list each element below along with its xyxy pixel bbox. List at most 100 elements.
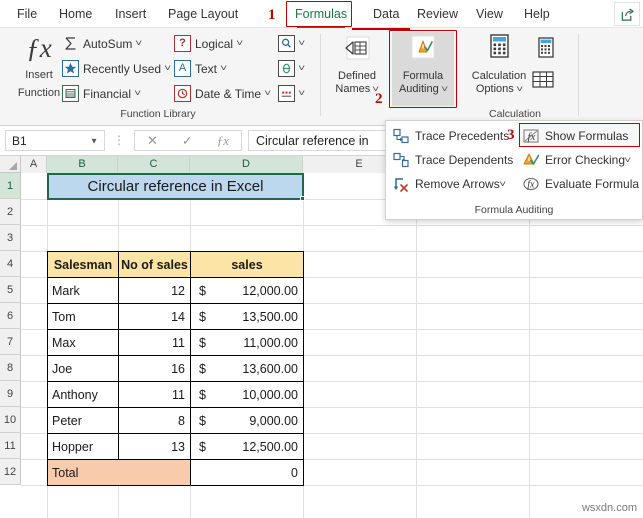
tab-review[interactable]: Review	[412, 2, 463, 26]
row-header-5[interactable]: 5	[0, 277, 21, 303]
table-row[interactable]: $	[195, 382, 209, 407]
chevron-down-icon[interactable]: ˅	[499, 179, 506, 189]
chevron-down-icon[interactable]: ˅	[164, 64, 171, 73]
chevron-down-icon[interactable]: ˅	[236, 39, 243, 48]
cell-b1-title[interactable]: Circular reference in Excel	[47, 173, 304, 200]
table-row[interactable]: $	[195, 278, 209, 303]
math-trig-button[interactable]: ˅	[278, 58, 305, 79]
chevron-down-icon[interactable]: ▼	[90, 136, 98, 145]
table-row[interactable]: 13	[119, 434, 190, 459]
row-header-10[interactable]: 10	[0, 407, 21, 433]
table-row[interactable]: 10,000.00	[209, 382, 303, 407]
menu-item-error-checking[interactable]: Error Checking ˅	[522, 149, 631, 171]
recently-used-button[interactable]: Recently Used ˅	[62, 58, 171, 79]
table-row[interactable]: 11	[119, 330, 190, 355]
chevron-down-icon[interactable]: ˅	[624, 155, 631, 165]
table-row[interactable]: $	[195, 356, 209, 381]
table-row[interactable]: 8	[119, 408, 190, 433]
table-row[interactable]: 14	[119, 304, 190, 329]
tab-data[interactable]: Data	[368, 2, 404, 26]
chevron-down-icon[interactable]: ˅	[298, 89, 305, 98]
row-header-12[interactable]: 12	[0, 459, 21, 485]
tab-home[interactable]: Home	[54, 2, 97, 26]
table-row[interactable]: Hopper	[48, 434, 118, 459]
select-all-corner[interactable]	[0, 156, 21, 173]
menu-item-evaluate-formula[interactable]: fx Evaluate Formula	[522, 173, 639, 195]
table-row[interactable]: 16	[119, 356, 190, 381]
table-row[interactable]: $	[195, 434, 209, 459]
table-row[interactable]: 13,500.00	[209, 304, 303, 329]
defined-names-button[interactable]: Defined Names ˅	[328, 32, 386, 96]
tab-view[interactable]: View	[471, 2, 508, 26]
table-header-no-of-sales[interactable]: No of sales	[119, 252, 190, 277]
table-row[interactable]: $	[195, 330, 209, 355]
chevron-down-icon[interactable]: ˅	[264, 89, 271, 98]
financial-button[interactable]: Financial ˅	[62, 83, 141, 104]
name-box[interactable]: B1 ▼	[5, 130, 105, 151]
calculate-now-button[interactable]	[534, 36, 558, 67]
table-total-label-cell[interactable]: Total	[48, 460, 190, 485]
table-row[interactable]: 12,500.00	[209, 434, 303, 459]
insert-function-icon[interactable]: ƒx	[217, 133, 229, 149]
row-header-6[interactable]: 6	[0, 303, 21, 329]
tab-insert[interactable]: Insert	[110, 2, 151, 26]
calculation-options-button[interactable]: Calculation Options ˅	[461, 32, 537, 96]
column-header-a[interactable]: A	[21, 156, 47, 173]
lookup-reference-button[interactable]: ˅	[278, 33, 305, 54]
table-row[interactable]: 12,000.00	[209, 278, 303, 303]
menu-item-trace-dependents[interactable]: Trace Dependents	[392, 149, 513, 171]
share-button[interactable]	[614, 2, 640, 26]
chevron-down-icon[interactable]: ˅	[135, 39, 142, 48]
table-total-value-cell[interactable]: 0	[191, 460, 303, 485]
row-header-9[interactable]: 9	[0, 381, 21, 407]
row-header-4[interactable]: 4	[0, 251, 21, 277]
column-header-d[interactable]: D	[190, 156, 303, 173]
chevron-down-icon[interactable]: ˅	[516, 85, 523, 94]
fill-handle[interactable]	[300, 196, 305, 201]
date-time-button[interactable]: Date & Time ˅	[174, 83, 271, 104]
row-header-11[interactable]: 11	[0, 433, 21, 459]
tab-help[interactable]: Help	[519, 2, 555, 26]
formula-auditing-button[interactable]: Formula Auditing ˅	[392, 32, 454, 106]
autosum-button[interactable]: AutoSum ˅	[62, 33, 143, 54]
tab-file[interactable]: File	[12, 2, 42, 26]
row-header-1[interactable]: 1	[0, 173, 21, 199]
chevron-down-icon[interactable]: ˅	[298, 39, 305, 48]
formula-bar-grip[interactable]: ⋮	[113, 134, 125, 146]
row-header-3[interactable]: 3	[0, 225, 21, 251]
chevron-down-icon[interactable]: ˅	[441, 85, 448, 94]
chevron-down-icon[interactable]: ˅	[220, 64, 227, 73]
table-row[interactable]: Joe	[48, 356, 118, 381]
row-header-8[interactable]: 8	[0, 355, 21, 381]
insert-function-button[interactable]: ƒx Insert Function	[8, 31, 70, 109]
table-row[interactable]: Peter	[48, 408, 118, 433]
row-header-7[interactable]: 7	[0, 329, 21, 355]
table-row[interactable]: 11,000.00	[209, 330, 303, 355]
table-row[interactable]: $	[195, 304, 209, 329]
table-row[interactable]: Mark	[48, 278, 118, 303]
tab-page-layout[interactable]: Page Layout	[163, 2, 243, 26]
tab-formulas[interactable]: Formulas	[290, 2, 352, 28]
table-row[interactable]: 13,600.00	[209, 356, 303, 381]
column-header-c[interactable]: C	[118, 156, 190, 173]
table-row[interactable]: Tom	[48, 304, 118, 329]
table-row[interactable]: Max	[48, 330, 118, 355]
menu-item-show-formulas[interactable]: fx Show Formulas	[522, 125, 628, 147]
calculate-sheet-button[interactable]	[530, 68, 558, 97]
chevron-down-icon[interactable]: ˅	[134, 89, 141, 98]
menu-item-remove-arrows[interactable]: Remove Arrows ˅	[392, 173, 506, 195]
more-functions-button[interactable]: ˅	[278, 83, 305, 104]
row-header-2[interactable]: 2	[0, 199, 21, 225]
menu-item-trace-precedents[interactable]: Trace Precedents	[392, 125, 509, 147]
text-button[interactable]: A Text ˅	[174, 58, 227, 79]
table-row[interactable]: 9,000.00	[209, 408, 303, 433]
column-header-b[interactable]: B	[47, 156, 118, 173]
table-row[interactable]: 11	[119, 382, 190, 407]
table-row[interactable]: Anthony	[48, 382, 118, 407]
chevron-down-icon[interactable]: ˅	[298, 64, 305, 73]
cancel-icon[interactable]: ✕	[147, 133, 158, 149]
table-row[interactable]: $	[195, 408, 209, 433]
logical-button[interactable]: ? Logical ˅	[174, 33, 243, 54]
table-header-sales[interactable]: sales	[191, 252, 303, 277]
enter-icon[interactable]: ✓	[182, 133, 193, 149]
